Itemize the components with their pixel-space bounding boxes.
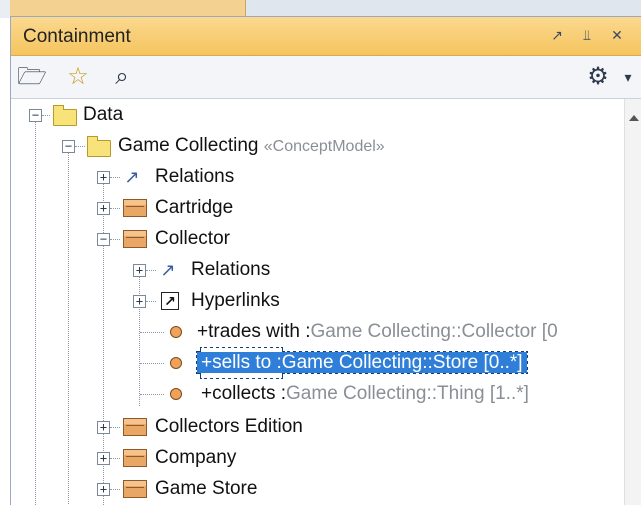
vertical-scrollbar[interactable] xyxy=(624,99,641,505)
property-name: +trades with : xyxy=(197,321,311,342)
tree-connector xyxy=(110,239,120,240)
class-icon xyxy=(123,449,147,467)
tree-item-label: Game Store xyxy=(155,478,258,499)
class-icon xyxy=(123,480,147,498)
tree-connector xyxy=(110,208,120,209)
tree-connector xyxy=(110,489,120,490)
star-icon[interactable]: ☆ xyxy=(61,62,95,92)
chevron-down-icon[interactable]: ▾ xyxy=(611,62,641,92)
pin-icon[interactable]: ⫫ xyxy=(577,25,597,45)
tree-item-label: Relations xyxy=(191,259,271,280)
tree-item-relations[interactable]: Relations xyxy=(155,162,234,192)
gear-icon[interactable]: ⚙ xyxy=(581,62,615,92)
tree-item-hyperlinks[interactable]: Hyperlinks xyxy=(191,286,280,316)
tree-item-label: Relations xyxy=(155,166,235,187)
expand-toggle[interactable]: + xyxy=(133,264,146,277)
collapse-toggle[interactable]: − xyxy=(29,109,42,122)
tree-item-collector[interactable]: Collector xyxy=(155,224,230,254)
tree-item-trades-with[interactable]: +trades with : Game Collecting::Collecto… xyxy=(197,317,558,347)
tree-connector xyxy=(68,152,69,505)
panel-title-bar: Containment ↗ ⫫ ✕ xyxy=(11,17,641,56)
hyperlink-icon: ↗ xyxy=(161,292,179,310)
tree-connector xyxy=(110,427,120,428)
tree-connector xyxy=(146,301,156,302)
expand-toggle[interactable]: + xyxy=(97,171,110,184)
property-type: Game Collecting::Thing [1..*] xyxy=(286,383,529,404)
class-icon xyxy=(123,230,147,248)
tree-connector xyxy=(140,394,164,395)
scroll-up-icon[interactable] xyxy=(629,115,639,121)
property-type: Game Collecting::Store [0..*] xyxy=(281,352,523,373)
close-icon[interactable]: ✕ xyxy=(607,25,627,45)
tree-connector xyxy=(140,363,164,364)
tree-item-collects[interactable]: +collects : Game Collecting::Thing [1..*… xyxy=(201,379,529,409)
tree-item-collector-relations[interactable]: Relations xyxy=(191,255,270,285)
property-icon xyxy=(170,388,182,400)
property-name: +sells to : xyxy=(201,352,282,373)
tree-connector xyxy=(35,121,36,505)
panel-toolbar: 🗁 ☆ ⌕ ⚙ ▾ xyxy=(11,56,641,99)
tree-item-data[interactable]: Data xyxy=(83,100,123,130)
tree-item-game-collecting[interactable]: Game Collecting «ConceptModel» xyxy=(118,131,385,161)
tree-item-label: Hyperlinks xyxy=(191,290,280,311)
tree-connector xyxy=(42,115,50,116)
tree-item-collectors-edition[interactable]: Collectors Edition xyxy=(155,412,303,442)
tree-item-label: Company xyxy=(155,447,237,468)
tree-item-sells-to[interactable]: +sells to : Game Collecting::Store [0..*… xyxy=(196,348,528,378)
property-type: Game Collecting::Collector [0 xyxy=(310,321,558,342)
tree-item-company[interactable]: Company xyxy=(155,443,236,473)
tree-item-label: Collector xyxy=(155,228,230,249)
property-icon xyxy=(170,326,182,338)
tree-item-label: Data xyxy=(83,104,124,125)
tree-connector xyxy=(146,270,156,271)
folder-icon xyxy=(87,136,111,157)
class-icon xyxy=(123,199,147,217)
selected-highlight: +sells to : Game Collecting::Store [0..*… xyxy=(196,351,528,374)
collapse-toggle[interactable]: − xyxy=(62,140,75,153)
stereotype-label: «ConceptModel» xyxy=(263,138,385,155)
property-icon xyxy=(170,357,182,369)
tree-connector xyxy=(140,332,164,333)
containment-panel: Containment ↗ ⫫ ✕ 🗁 ☆ ⌕ ⚙ ▾ − Data − Gam… xyxy=(10,16,641,505)
relations-icon: ↗ xyxy=(124,167,140,187)
expand-toggle[interactable]: + xyxy=(97,452,110,465)
package-icon xyxy=(53,105,77,126)
tree-item-label: Game Collecting xyxy=(118,135,259,156)
expand-toggle[interactable]: + xyxy=(97,202,110,215)
expand-toggle[interactable]: + xyxy=(97,483,110,496)
tree-connector xyxy=(110,177,120,178)
tree-connector xyxy=(75,146,85,147)
relations-icon: ↗ xyxy=(160,260,176,280)
search-icon[interactable]: ⌕ xyxy=(105,62,139,92)
restore-icon[interactable]: ↗ xyxy=(547,25,567,45)
collapse-toggle[interactable]: − xyxy=(97,233,110,246)
tree-connector xyxy=(110,458,120,459)
expand-toggle[interactable]: + xyxy=(133,295,146,308)
tree-item-cartridge[interactable]: Cartridge xyxy=(155,193,233,223)
tree-item-label: Cartridge xyxy=(155,197,234,218)
panel-title: Containment xyxy=(23,26,131,47)
tree-item-game-store[interactable]: Game Store xyxy=(155,474,257,504)
expand-toggle[interactable]: + xyxy=(97,421,110,434)
class-icon xyxy=(123,418,147,436)
property-name: +collects : xyxy=(201,383,287,404)
containment-tree[interactable]: − Data − Game Collecting «ConceptModel» … xyxy=(11,99,641,505)
open-folder-icon[interactable]: 🗁 xyxy=(15,62,49,92)
tree-item-label: Collectors Edition xyxy=(155,416,303,437)
